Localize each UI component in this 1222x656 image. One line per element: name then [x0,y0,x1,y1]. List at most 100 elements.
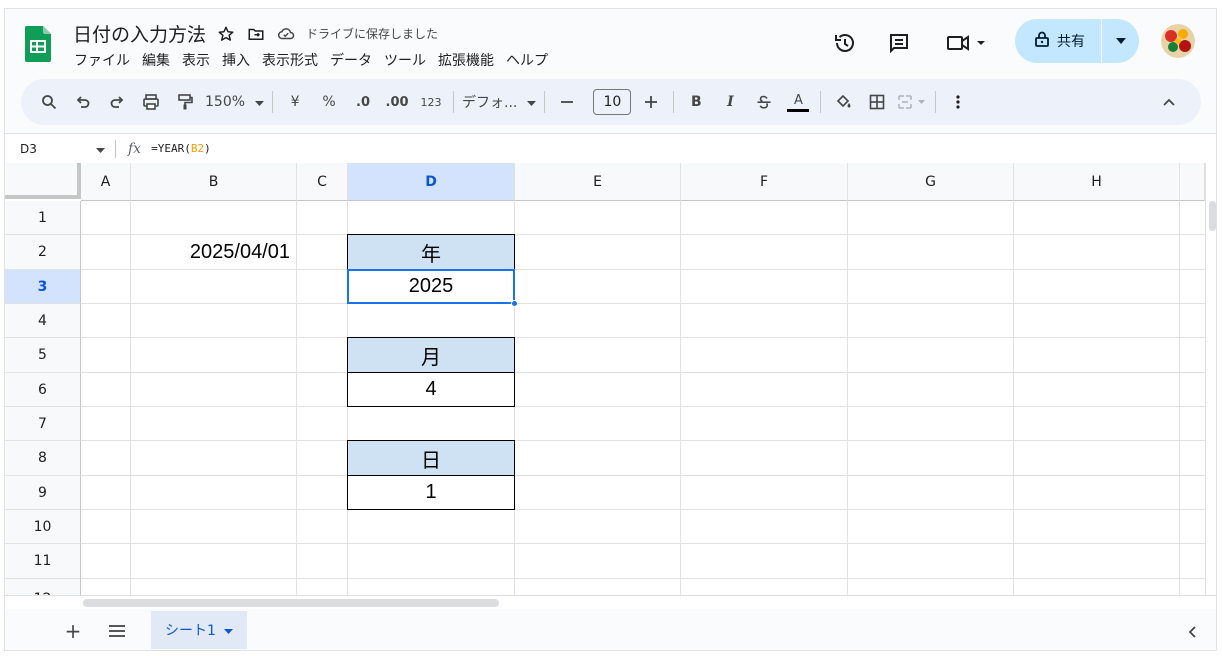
collapse-menus-icon[interactable] [1157,90,1181,114]
name-box[interactable]: D3 [5,142,115,156]
chevron-down-icon[interactable] [1102,38,1139,44]
cell-reference: D3 [20,141,37,156]
column-header-e[interactable]: E [515,163,681,201]
undo-icon[interactable] [69,88,97,116]
column-header-f[interactable]: F [681,163,848,201]
chevron-down-icon [96,142,105,156]
cell-b2[interactable]: 2025/04/01 [131,235,296,269]
all-sheets-icon[interactable] [103,617,131,645]
row-header-1[interactable]: 1 [5,201,81,235]
strikethrough-icon[interactable] [750,88,778,116]
cell-d9[interactable]: 1 [347,475,515,510]
increase-font-size-icon[interactable] [637,88,665,116]
menu-help[interactable]: ヘルプ [505,50,549,70]
redo-icon[interactable] [103,88,131,116]
menu-data[interactable]: データ [329,50,373,70]
sheets-window: 日付の入力方法 ドライブに保存しました ファイル 編集 表示 挿入 表示形式 デ… [4,8,1217,651]
number-format-button[interactable]: 123 [417,88,445,116]
menu-file[interactable]: ファイル [73,50,131,70]
cell-d2[interactable]: 年 [347,234,515,270]
print-icon[interactable] [137,88,165,116]
column-header-d[interactable]: D [348,163,515,201]
merge-cells-icon[interactable] [897,88,927,116]
decrease-decimal-button[interactable]: .0 [349,88,377,116]
menu-extensions[interactable]: 拡張機能 [437,50,495,70]
horizontal-scroll-thumb[interactable] [83,599,499,607]
formula-bar: D3 fx =YEAR(B2) [5,133,1216,163]
increase-decimal-button[interactable]: .00 [383,88,411,116]
currency-format-button[interactable]: ¥ [281,88,309,116]
decrease-decimal-label: .0 [356,94,371,110]
row-header-7[interactable]: 7 [5,407,81,441]
app-header: 日付の入力方法 ドライブに保存しました ファイル 編集 表示 挿入 表示形式 デ… [5,9,1216,79]
column-header-h[interactable]: H [1014,163,1180,201]
formula-input[interactable]: =YEAR(B2) [151,142,211,155]
sheets-logo-icon[interactable] [25,26,51,62]
text-color-letter: A [793,92,803,108]
cell-d5[interactable]: 月 [347,337,515,373]
font-select[interactable]: デフォ... [462,92,537,112]
move-folder-icon[interactable] [246,24,266,44]
toolbar: 150% ¥ % .0 .00 123 デフォ... 10 B I A [21,79,1201,125]
borders-icon[interactable] [863,88,891,116]
fill-color-icon[interactable] [829,88,857,116]
row-header-11[interactable]: 11 [5,544,81,579]
sheet-bar: + シート1 [5,609,1216,650]
formula-reference: B2 [190,142,205,155]
document-title[interactable]: 日付の入力方法 [73,20,206,47]
text-color-button[interactable]: A [784,88,812,116]
version-history-icon[interactable] [831,29,859,57]
collapse-side-panel-icon[interactable] [1188,619,1196,643]
cloud-saved-icon[interactable] [276,24,296,44]
decrease-font-size-icon[interactable] [553,88,581,116]
active-cell-selection [347,269,515,304]
more-options-icon[interactable] [944,88,972,116]
row-header-6[interactable]: 6 [5,373,81,407]
font-value: デフォ... [462,95,518,111]
font-size-input[interactable]: 10 [593,89,632,115]
column-header-g[interactable]: G [848,163,1014,201]
vertical-scrollbar[interactable] [1205,163,1216,595]
percent-format-button[interactable]: % [315,88,343,116]
avatar[interactable] [1161,24,1195,58]
row-header-9[interactable]: 9 [5,476,81,510]
zoom-select[interactable]: 150% [205,94,265,110]
fill-handle[interactable] [511,300,518,307]
chevron-down-icon [223,622,233,638]
star-icon[interactable] [216,24,236,44]
bold-button[interactable]: B [682,88,710,116]
menu-edit[interactable]: 編集 [141,50,171,70]
column-header-b[interactable]: B [131,163,297,201]
column-header-c[interactable]: C [297,163,348,201]
search-menu-icon[interactable] [35,88,63,116]
comments-icon[interactable] [885,29,913,57]
italic-button[interactable]: I [716,88,744,116]
share-button[interactable]: 共有 [1015,19,1139,63]
row-header-5[interactable]: 5 [5,338,81,373]
paint-format-icon[interactable] [171,88,199,116]
share-label: 共有 [1057,34,1085,50]
row-header-10[interactable]: 10 [5,510,81,544]
row-header-12[interactable]: 12 [5,579,81,595]
chevron-down-icon [527,94,537,110]
row-header-4[interactable]: 4 [5,304,81,338]
lock-icon [1035,31,1049,51]
horizontal-scrollbar[interactable] [5,595,1216,609]
menu-view[interactable]: 表示 [181,50,211,70]
sheet-tab[interactable]: シート1 [151,611,247,649]
vertical-scroll-thumb[interactable] [1209,201,1216,231]
add-sheet-icon[interactable]: + [59,617,87,645]
cell-d6[interactable]: 4 [347,372,515,407]
meet-icon[interactable] [943,29,991,57]
menu-tools[interactable]: ツール [383,50,427,70]
row-header-8[interactable]: 8 [5,441,81,476]
save-status: ドライブに保存しました [306,27,439,41]
cell-d8[interactable]: 日 [347,440,515,476]
row-header-3[interactable]: 3 [5,270,81,304]
function-icon: fx [128,140,142,157]
column-header-a[interactable]: A [81,163,131,201]
menu-format[interactable]: 表示形式 [261,50,319,70]
select-all-corner[interactable] [5,163,81,199]
menu-insert[interactable]: 挿入 [221,50,251,70]
row-header-2[interactable]: 2 [5,235,81,270]
